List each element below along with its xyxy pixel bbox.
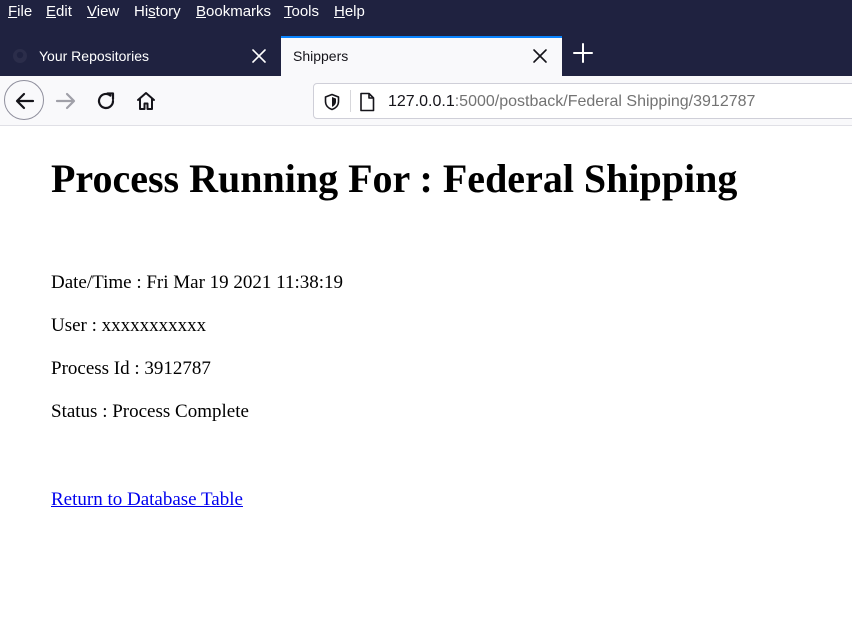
tracking-protection-shield-icon[interactable] xyxy=(323,93,341,111)
github-icon xyxy=(12,48,28,64)
home-button[interactable] xyxy=(135,90,157,112)
datetime-line: Date/Time : Fri Mar 19 2021 11:38:19 xyxy=(51,272,344,293)
menu-edit[interactable]: Edit xyxy=(46,3,72,21)
return-to-database-table-link[interactable]: Return to Database Table xyxy=(51,489,243,511)
forward-button[interactable] xyxy=(55,90,77,112)
url-host: 127.0.0.1 xyxy=(388,93,455,110)
back-icon xyxy=(15,92,35,110)
url-text[interactable]: 127.0.0.1:5000/postback/Federal Shipping… xyxy=(388,92,755,112)
page-title: Process Running For : Federal Shipping xyxy=(51,156,738,201)
back-button[interactable] xyxy=(4,80,44,120)
tab-shippers[interactable]: Shippers xyxy=(281,36,562,76)
home-icon xyxy=(137,92,155,110)
menu-tools[interactable]: Tools xyxy=(284,3,319,21)
menu-file[interactable]: File xyxy=(8,3,32,21)
divider xyxy=(350,90,351,112)
tab-title: Shippers xyxy=(293,48,349,64)
url-bar[interactable]: 127.0.0.1:5000/postback/Federal Shipping… xyxy=(313,83,852,119)
menu-history[interactable]: History xyxy=(134,3,181,21)
navigation-toolbar: 127.0.0.1:5000/postback/Federal Shipping… xyxy=(0,76,852,126)
menu-bookmarks[interactable]: Bookmarks xyxy=(196,3,271,21)
tab-title: Your Repositories xyxy=(39,48,149,64)
forward-icon xyxy=(55,92,76,110)
menu-view[interactable]: View xyxy=(87,3,119,21)
user-line: User : xxxxxxxxxxx xyxy=(51,315,207,336)
close-icon[interactable] xyxy=(249,46,269,66)
menu-bar: File Edit View History Bookmarks Tools H… xyxy=(0,0,852,25)
process-id-line: Process Id : 3912787 xyxy=(51,358,211,379)
active-tab-indicator xyxy=(281,36,562,38)
tab-strip: Your Repositories Shippers xyxy=(0,25,852,76)
reload-button[interactable] xyxy=(95,90,117,112)
url-path: :5000/postback/Federal Shipping/3912787 xyxy=(454,93,756,110)
page-info-icon[interactable] xyxy=(358,92,376,112)
tab-your-repositories[interactable]: Your Repositories xyxy=(0,36,280,76)
status-line: Status : Process Complete xyxy=(51,401,249,422)
new-tab-plus-icon[interactable] xyxy=(572,42,594,64)
close-icon[interactable] xyxy=(530,46,550,66)
reload-icon xyxy=(97,92,115,110)
menu-help[interactable]: Help xyxy=(334,3,365,21)
